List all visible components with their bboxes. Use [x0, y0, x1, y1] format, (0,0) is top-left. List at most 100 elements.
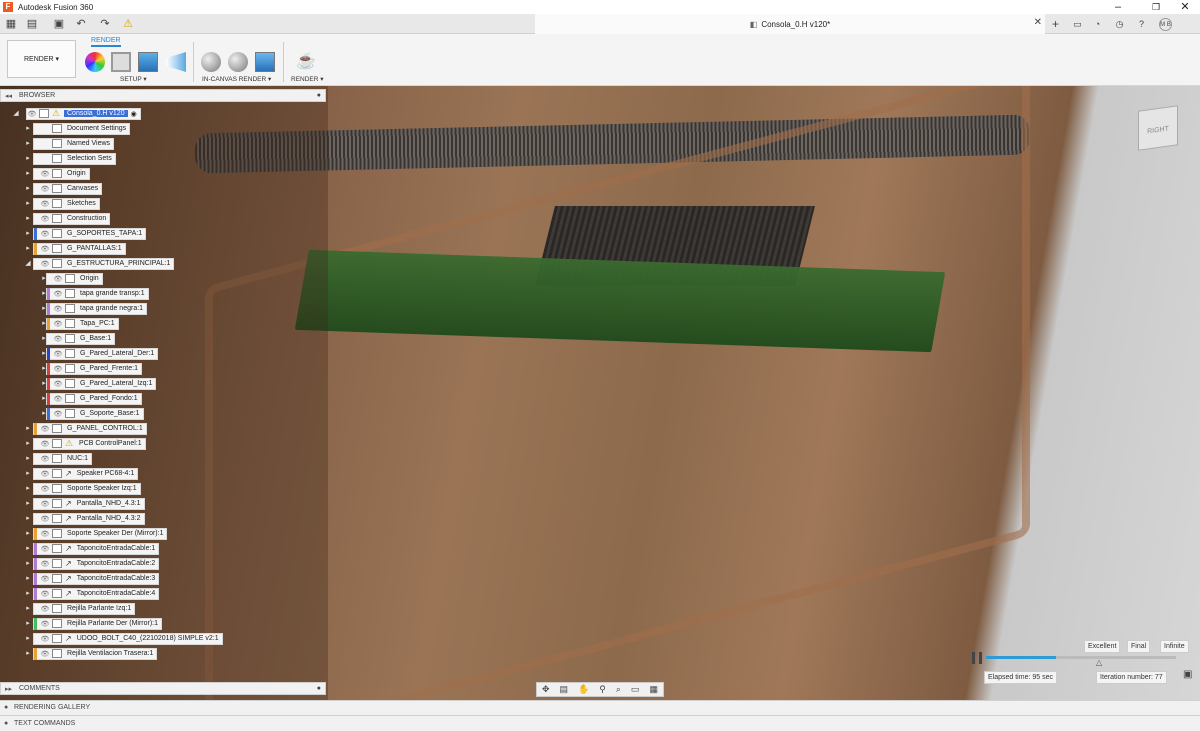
visibility-icon[interactable]: 👁	[40, 575, 50, 583]
tree-item[interactable]: ▸ 👁 Rejilla Parlante Izq:1	[0, 602, 136, 615]
appearance-icon[interactable]	[85, 52, 105, 72]
visibility-icon[interactable]: 👁	[40, 440, 50, 448]
notifications-icon[interactable]: ◷	[1113, 18, 1126, 31]
comments-pin-icon[interactable]: ●	[317, 683, 321, 694]
tree-item[interactable]: ▸ 👁 ↗ TaponcitoEntradaCable:3	[0, 572, 160, 585]
visibility-icon[interactable]: 👁	[40, 425, 50, 433]
tree-item[interactable]: ▸ 👁 G_Pared_Fondo:1	[0, 392, 142, 405]
visibility-icon[interactable]: 👁	[53, 410, 63, 418]
visibility-icon[interactable]: 👁	[40, 215, 50, 223]
expand-arrow-icon[interactable]: ▸	[24, 589, 32, 597]
file-icon[interactable]: ▤	[25, 17, 39, 31]
visibility-icon[interactable]: 👁	[40, 500, 50, 508]
visibility-icon[interactable]: 👁	[40, 620, 50, 628]
tree-item[interactable]: ▸ 👁 G_SOPORTES_TAPA:1	[0, 227, 147, 240]
expand-arrow-icon[interactable]: ▸	[24, 169, 32, 177]
visibility-icon[interactable]: 👁	[40, 245, 50, 253]
visibility-icon[interactable]: 👁	[40, 590, 50, 598]
in-canvas-render-icon[interactable]	[201, 52, 221, 72]
visibility-icon[interactable]: 👁	[53, 320, 63, 328]
expand-arrow-icon[interactable]: ▸	[24, 529, 32, 537]
comments-expand-icon[interactable]: ▸▸	[5, 684, 12, 695]
tree-item[interactable]: ▸ 👁 G_Pared_Lateral_Izq:1	[0, 377, 157, 390]
visibility-icon[interactable]: 👁	[40, 200, 50, 208]
expand-arrow-icon[interactable]: ▸	[24, 154, 32, 162]
redo-icon[interactable]: ↷	[98, 17, 112, 31]
visibility-icon[interactable]: 👁	[40, 185, 50, 193]
tree-item[interactable]: ▸ 👁 ⚠ PCB ControlPanel:1	[0, 437, 146, 450]
grid-menu-icon[interactable]: ▦	[4, 17, 18, 31]
tree-item[interactable]: ▸ 👁 ↗ TaponcitoEntradaCable:1	[0, 542, 160, 555]
visibility-icon[interactable]: 👁	[40, 650, 50, 658]
expand-arrow-icon[interactable]: ▸	[24, 649, 32, 657]
comments-panel[interactable]: ▸▸ COMMENTS ●	[0, 682, 326, 695]
pause-icon[interactable]	[972, 652, 982, 664]
tab-render[interactable]: RENDER	[91, 37, 121, 47]
job-status-icon[interactable]: ◔	[1091, 18, 1104, 31]
expand-arrow-icon[interactable]: ▸	[24, 124, 32, 132]
close-tab-button[interactable]: ✕	[1034, 17, 1042, 28]
visibility-icon[interactable]: 👁	[40, 170, 50, 178]
visibility-icon[interactable]: 👁	[40, 260, 50, 268]
tree-item[interactable]: ▸ 👁 Soporte Speaker Der (Mirror):1	[0, 527, 168, 540]
tree-item[interactable]: ▸ 👁 tapa grande negra:1	[0, 302, 148, 315]
tree-item[interactable]: ▸ 👁 Sketches	[0, 197, 100, 210]
save-icon[interactable]: ▣	[52, 17, 66, 31]
rendering-gallery-panel[interactable]: ● RENDERING GALLERY	[0, 700, 1200, 715]
undo-icon[interactable]: ↶	[74, 17, 88, 31]
collapse-arrow-icon[interactable]: ◢	[24, 259, 32, 267]
browser-header[interactable]: ◂◂ BROWSER ●	[0, 89, 326, 102]
tree-item[interactable]: ▸ 👁 G_Soporte_Base:1	[0, 407, 144, 420]
decal-icon[interactable]	[166, 52, 186, 72]
expand-arrow-icon[interactable]: ▸	[24, 454, 32, 462]
tree-item[interactable]: ▸ 👁 Origin	[0, 167, 90, 180]
visibility-icon[interactable]: 👁	[40, 605, 50, 613]
document-tab[interactable]: ◧ Consola_0.H v120* ✕	[535, 14, 1045, 34]
visibility-icon[interactable]: 👁	[40, 530, 50, 538]
texture-map-icon[interactable]	[138, 52, 158, 72]
tree-item[interactable]: ▸ 👁 Soporte Speaker Izq:1	[0, 482, 141, 495]
visibility-icon[interactable]: 👁	[53, 350, 63, 358]
tree-item[interactable]: ◢ 👁 G_ESTRUCTURA_PRINCIPAL:1	[0, 257, 175, 270]
visibility-icon[interactable]: 👁	[53, 290, 63, 298]
expand-arrow-icon[interactable]: ▸	[24, 214, 32, 222]
expand-arrow-icon[interactable]: ▸	[24, 244, 32, 252]
quality-excellent-button[interactable]: Excellent	[1084, 640, 1121, 653]
minimize-button[interactable]: –	[1108, 0, 1128, 14]
render-settings-icon[interactable]	[228, 52, 248, 72]
teapot-render-icon[interactable]: ☕	[296, 52, 316, 72]
orbit-icon[interactable]: ✥	[542, 684, 550, 695]
quality-infinite-button[interactable]: Infinite	[1160, 640, 1189, 653]
visibility-icon[interactable]: 👁	[40, 515, 50, 523]
expand-arrow-icon[interactable]: ▸	[24, 229, 32, 237]
tree-item[interactable]: ▸ Selection Sets	[0, 152, 116, 165]
expand-arrow-icon[interactable]: ▸	[24, 544, 32, 552]
tree-item[interactable]: ▸ 👁 ↗ TaponcitoEntradaCable:4	[0, 587, 160, 600]
tree-item[interactable]: ▸ 👁 NUC:1	[0, 452, 93, 465]
visibility-icon[interactable]: 👁	[40, 470, 50, 478]
expand-arrow-icon[interactable]: ▸	[24, 604, 32, 612]
zoom-icon[interactable]: ⚲	[599, 684, 606, 695]
text-commands-panel[interactable]: ● TEXT COMMANDS	[0, 715, 1200, 731]
setup-group-label[interactable]: SETUP ▾	[120, 75, 147, 83]
visibility-icon[interactable]: 👁	[53, 380, 63, 388]
visibility-icon[interactable]: 👁	[40, 635, 50, 643]
visibility-icon[interactable]: 👁	[40, 545, 50, 553]
expand-arrow-icon[interactable]: ▸	[24, 514, 32, 522]
tree-item[interactable]: ▸ 👁 G_PANTALLAS:1	[0, 242, 126, 255]
visibility-icon[interactable]: 👁	[53, 395, 63, 403]
close-button[interactable]: ✕	[1175, 0, 1195, 14]
tree-item[interactable]: ▸ 👁 Tapa_PC:1	[0, 317, 119, 330]
capture-icon[interactable]: ▣	[1183, 669, 1192, 680]
activate-icon[interactable]: ◉	[131, 110, 137, 118]
visibility-icon[interactable]: 👁	[27, 110, 37, 118]
tree-item[interactable]: ▸ Named Views	[0, 137, 115, 150]
expand-arrow-icon[interactable]: ▸	[24, 574, 32, 582]
scene-settings-icon[interactable]	[111, 52, 131, 72]
expand-arrow-icon[interactable]: ◢	[12, 109, 20, 117]
expand-arrow-icon[interactable]: ▸	[24, 424, 32, 432]
expand-arrow-icon[interactable]: ▸	[24, 184, 32, 192]
expand-arrow-icon[interactable]: ▸	[24, 499, 32, 507]
visibility-icon[interactable]: 👁	[53, 335, 63, 343]
pin-icon[interactable]: ●	[317, 90, 321, 101]
